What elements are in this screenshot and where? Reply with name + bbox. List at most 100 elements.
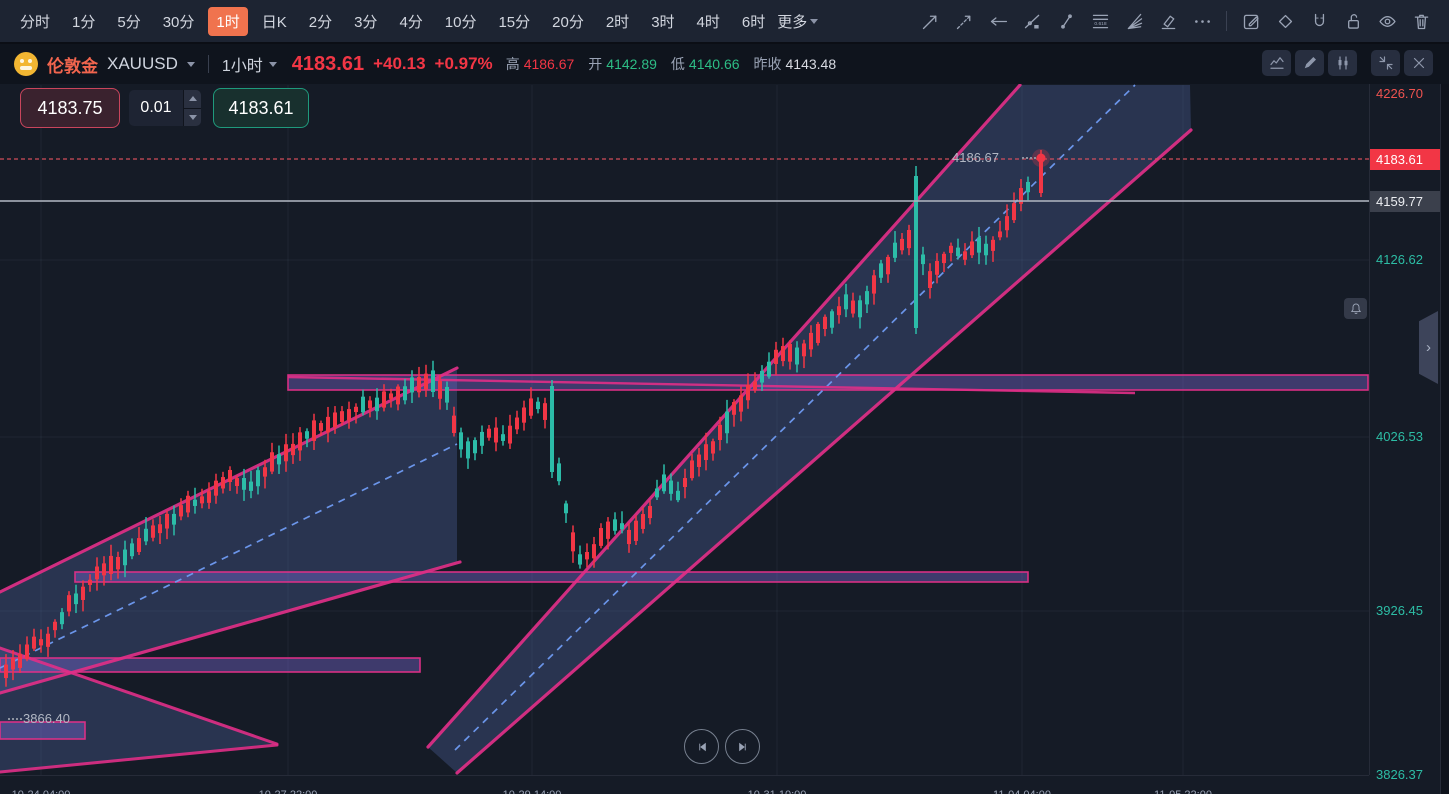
timeframe-2分[interactable]: 2分 <box>301 7 340 36</box>
timeframe-2时[interactable]: 2时 <box>598 7 637 36</box>
line-chart-button[interactable] <box>1262 50 1291 76</box>
close-button[interactable] <box>1404 50 1433 76</box>
low-value: 4140.66 <box>689 56 740 72</box>
timeframe-1分[interactable]: 1分 <box>64 7 103 36</box>
price-change: +40.13 <box>373 54 425 74</box>
open-value: 4142.89 <box>606 56 657 72</box>
price-chart[interactable] <box>0 84 1449 794</box>
buy-button[interactable]: 4183.61 <box>213 88 309 128</box>
timeframe-10分[interactable]: 10分 <box>437 7 485 36</box>
chevron-down-icon[interactable] <box>187 62 195 67</box>
time-axis-label: 11-05 22:00 <box>1154 789 1212 794</box>
prev-close-value: 4143.48 <box>786 56 837 72</box>
time-axis-label: 10-24 04:00 <box>12 789 71 794</box>
eraser-tool[interactable] <box>1269 6 1301 36</box>
horizontal-ray-tool[interactable] <box>982 6 1014 36</box>
sell-button[interactable]: 4183.75 <box>20 88 120 128</box>
fan-lines-tool[interactable] <box>1118 6 1150 36</box>
open-label: 开 <box>588 54 602 74</box>
skip-back-button[interactable] <box>684 729 719 764</box>
time-axis[interactable]: 10-24 04:0010-27 22:0010-29 14:0010-31 1… <box>0 775 1369 794</box>
instrument-code[interactable]: XAUUSD <box>107 54 178 74</box>
more-label: 更多 <box>777 11 807 32</box>
timeframe-5分[interactable]: 5分 <box>109 7 148 36</box>
timeframe-4分[interactable]: 4分 <box>391 7 430 36</box>
edit-icon <box>1301 54 1319 72</box>
close-icon <box>1410 54 1428 72</box>
timeframe-3时[interactable]: 3时 <box>643 7 682 36</box>
more-tool[interactable] <box>1186 6 1218 36</box>
price-axis-label: 3926.45 <box>1376 603 1423 618</box>
chart-region: 4183.75 0.01 4183.61 4186.67 3866.40 422… <box>0 84 1449 794</box>
last-price: 4183.61 <box>292 53 364 76</box>
lock-open-tool[interactable] <box>1337 6 1369 36</box>
triangle-down-icon <box>189 115 197 120</box>
trend-line-tool[interactable] <box>914 6 946 36</box>
interval-selector[interactable]: 1小时 <box>222 52 277 76</box>
price-axis[interactable]: 4226.704126.624026.533926.453826.374183.… <box>1369 84 1440 775</box>
high-price-marker: 4186.67 <box>952 150 999 165</box>
timeframe-15分[interactable]: 15分 <box>490 7 538 36</box>
chevron-down-icon <box>810 19 818 24</box>
current-price-badge: 4183.61 <box>1370 149 1441 170</box>
candlestick-button[interactable] <box>1328 50 1357 76</box>
low-label: 低 <box>671 54 685 74</box>
alert-bell-button[interactable] <box>1344 298 1367 319</box>
timeframe-20分[interactable]: 20分 <box>544 7 592 36</box>
trash-tool[interactable] <box>1405 6 1437 36</box>
timeframe-3分[interactable]: 3分 <box>346 7 385 36</box>
interval-label: 1小时 <box>222 52 263 76</box>
skip-forward-icon <box>734 738 752 756</box>
magnet-tool[interactable] <box>1303 6 1335 36</box>
slash-tool[interactable] <box>1050 6 1082 36</box>
side-panel-toggle[interactable]: › <box>1419 311 1438 384</box>
instrument-name[interactable]: 伦敦金 <box>47 52 98 77</box>
collapse-button[interactable] <box>1371 50 1400 76</box>
time-axis-label: 10-27 22:00 <box>259 789 318 794</box>
dotted-connector <box>8 718 22 720</box>
candlestick-icon <box>1334 54 1352 72</box>
timeframe-分时[interactable]: 分时 <box>12 7 58 36</box>
gold-coin-icon <box>14 52 38 76</box>
note-edit-tool[interactable] <box>1235 6 1267 36</box>
divider <box>208 55 209 73</box>
quantity-increase-button[interactable] <box>184 90 201 109</box>
trend-arrow-icon <box>954 11 975 32</box>
fib-retracement-tool[interactable]: 0.618 <box>1084 6 1116 36</box>
skip-back-icon <box>693 738 711 756</box>
eraser-icon <box>1275 11 1296 32</box>
price-axis-label: 4126.62 <box>1376 252 1423 267</box>
drawing-toolbar: 0.618 <box>914 6 1437 36</box>
alert-price-badge: 4159.77 <box>1370 191 1441 212</box>
quantity-value: 0.01 <box>129 99 183 117</box>
timeframe-6时[interactable]: 6时 <box>734 7 773 36</box>
fib-retracement-icon: 0.618 <box>1090 11 1111 32</box>
timeframe-日K[interactable]: 日K <box>254 7 295 36</box>
eye-tool[interactable] <box>1371 6 1403 36</box>
timeframe-more-button[interactable]: 更多 <box>773 7 822 36</box>
timeframe-1时[interactable]: 1时 <box>208 7 247 36</box>
timeframe-list: 分时1分5分30分1时日K2分3分4分10分15分20分2时3时4时6时 <box>12 7 773 36</box>
svg-text:0.618: 0.618 <box>1094 21 1107 27</box>
symbol-bar-buttons <box>1262 50 1433 76</box>
price-change-percent: +0.97% <box>435 54 493 74</box>
more-icon <box>1192 11 1213 32</box>
collapse-icon <box>1377 54 1395 72</box>
chevron-right-icon: › <box>1426 339 1431 356</box>
note-edit-icon <box>1241 11 1262 32</box>
timeframe-toolbar: 分时1分5分30分1时日K2分3分4分10分15分20分2时3时4时6时 更多 … <box>0 0 1449 44</box>
quantity-decrease-button[interactable] <box>184 109 201 127</box>
polyline-tool[interactable] <box>1016 6 1048 36</box>
trend-arrow-tool[interactable] <box>948 6 980 36</box>
edit-button[interactable] <box>1295 50 1324 76</box>
high-label: 高 <box>506 54 520 74</box>
price-axis-label: 4226.70 <box>1376 86 1423 101</box>
timeframe-30分[interactable]: 30分 <box>155 7 203 36</box>
price-axis-label: 3826.37 <box>1376 767 1423 782</box>
right-scroll-strip <box>1440 84 1449 794</box>
playback-controls <box>684 729 760 764</box>
high-value: 4186.67 <box>524 56 575 72</box>
timeframe-4时[interactable]: 4时 <box>689 7 728 36</box>
skip-forward-button[interactable] <box>725 729 760 764</box>
highlighter-tool[interactable] <box>1152 6 1184 36</box>
